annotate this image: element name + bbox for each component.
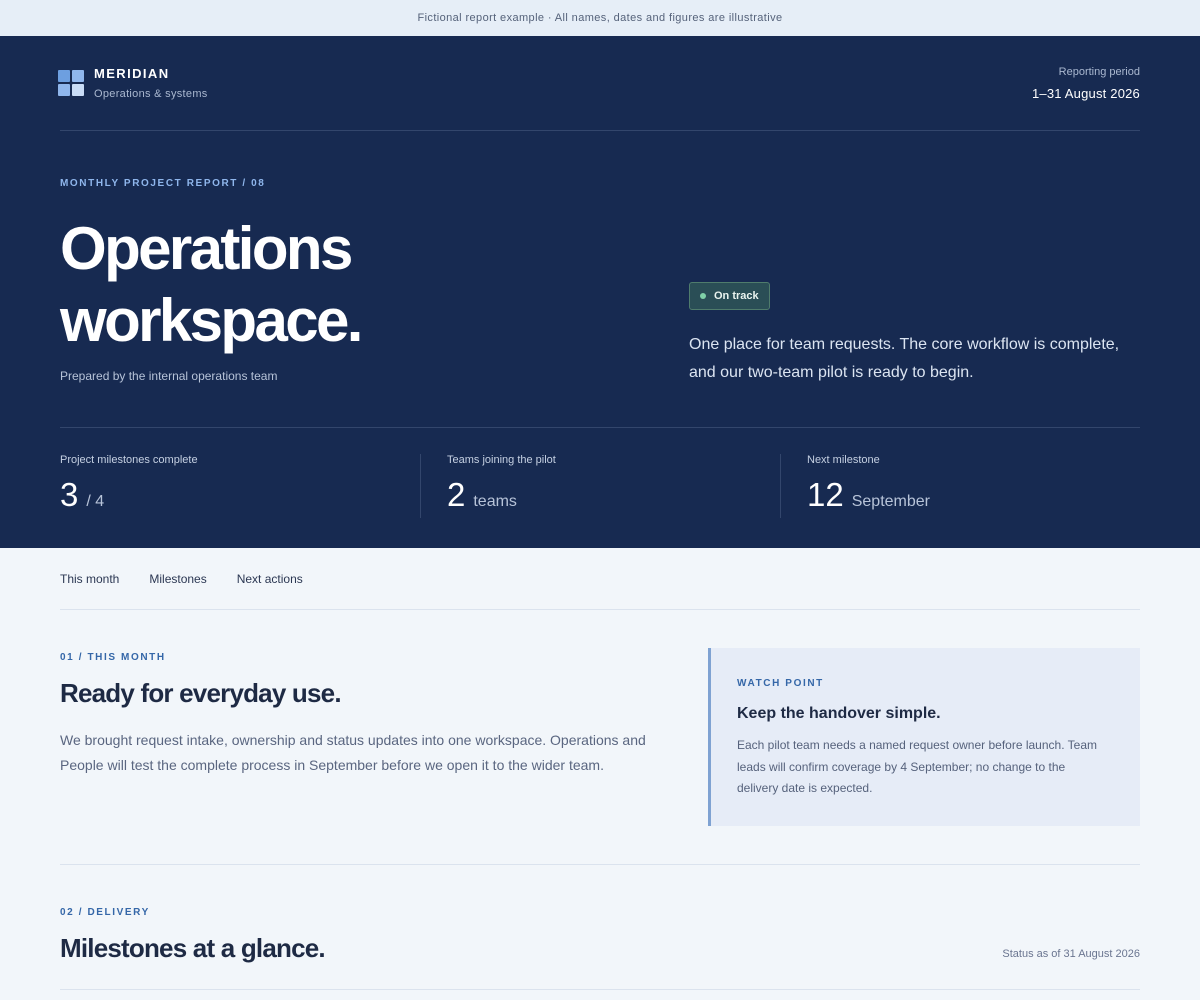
section-body: We brought request intake, ownership and… bbox=[60, 732, 646, 773]
status-badge-label: On track bbox=[714, 290, 759, 302]
callout-title: Keep the handover simple. bbox=[737, 705, 941, 722]
stat-value: 2 bbox=[447, 476, 466, 513]
stats-row: Project milestones complete 3 / 4 Teams … bbox=[60, 428, 1140, 548]
section-title: Ready for everyday use. bbox=[60, 678, 342, 708]
this-month-section: 01 / THIS MONTH Ready for everyday use. … bbox=[60, 610, 1140, 865]
prepared-by: Prepared by the internal operations team bbox=[60, 369, 278, 383]
stat-unit: September bbox=[851, 493, 930, 510]
main-content: This month Milestones Next actions 01 / … bbox=[0, 548, 1200, 990]
nav-link-next-actions[interactable]: Next actions bbox=[237, 572, 303, 586]
status-dot-icon bbox=[700, 293, 706, 299]
nav-link-this-month[interactable]: This month bbox=[60, 572, 119, 586]
brand-name: MERIDIAN bbox=[94, 66, 170, 81]
callout-eyebrow: WATCH POINT bbox=[737, 678, 824, 689]
delivery-section: 02 / DELIVERY Milestones at a glance. St… bbox=[60, 865, 1140, 990]
section-eyebrow: 02 / DELIVERY bbox=[60, 907, 150, 918]
stat-milestones: Project milestones complete 3 / 4 bbox=[60, 454, 420, 548]
status-badge: On track bbox=[689, 282, 770, 310]
stat-unit: / 4 bbox=[86, 493, 105, 510]
stat-value: 3 bbox=[60, 476, 79, 513]
status-date: Status as of 31 August 2026 bbox=[1002, 948, 1140, 960]
stat-unit: teams bbox=[473, 493, 517, 510]
top-bar: MERIDIAN Operations & systems Reporting … bbox=[58, 36, 1140, 131]
page-title: Operations workspace. bbox=[60, 213, 620, 357]
section-nav: This month Milestones Next actions bbox=[60, 548, 1140, 610]
report-eyebrow: MONTHLY PROJECT REPORT / 08 bbox=[60, 178, 266, 189]
disclaimer-text: Fictional report example · All names, da… bbox=[417, 12, 783, 24]
hero-summary: One place for team requests. The core wo… bbox=[689, 336, 1120, 381]
hero-main: MONTHLY PROJECT REPORT / 08 Operations w… bbox=[60, 131, 1140, 428]
stat-label: Project milestones complete bbox=[60, 454, 198, 466]
callout-body: Each pilot team needs a named request ow… bbox=[737, 738, 1097, 795]
page-title-line-1: Operations bbox=[60, 215, 353, 282]
stat-value: 12 bbox=[807, 476, 844, 513]
nav-link-milestones[interactable]: Milestones bbox=[149, 572, 206, 586]
stat-pilot-teams: Teams joining the pilot 2 teams bbox=[420, 454, 780, 518]
hero-section: MERIDIAN Operations & systems Reporting … bbox=[0, 36, 1200, 548]
stat-next-milestone: Next milestone 12 September bbox=[780, 454, 1140, 518]
stat-label: Next milestone bbox=[807, 454, 880, 466]
logo-grid-icon bbox=[58, 70, 84, 96]
watch-point-callout: WATCH POINT Keep the handover simple. Ea… bbox=[708, 648, 1140, 826]
reporting-period: Reporting period 1–31 August 2026 bbox=[1032, 66, 1140, 101]
reporting-period-label: Reporting period bbox=[1058, 65, 1140, 78]
section-title: Milestones at a glance. bbox=[60, 933, 326, 963]
brand[interactable]: MERIDIAN Operations & systems bbox=[58, 66, 208, 100]
section-eyebrow: 01 / THIS MONTH bbox=[60, 652, 166, 663]
page-title-line-2: workspace. bbox=[60, 287, 363, 354]
brand-subtitle: Operations & systems bbox=[94, 88, 208, 100]
stat-label: Teams joining the pilot bbox=[447, 454, 556, 466]
reporting-period-value: 1–31 August 2026 bbox=[1031, 85, 1140, 101]
disclaimer-banner: Fictional report example · All names, da… bbox=[0, 0, 1200, 36]
